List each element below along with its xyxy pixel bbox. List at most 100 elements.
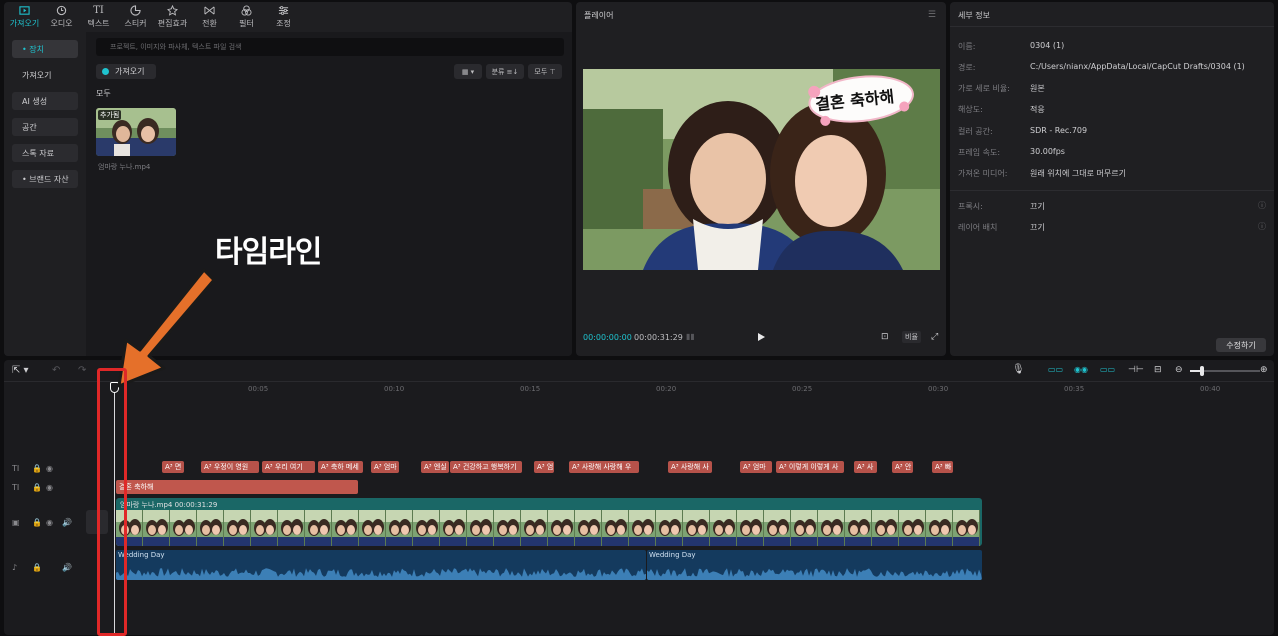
fullscreen-icon[interactable]: ⤢ <box>931 332 938 342</box>
sidebar-item-space[interactable]: 공간 <box>12 118 78 136</box>
microphone-icon[interactable]: 🎙 <box>1012 364 1025 375</box>
sidebar-item-brand[interactable]: • 브랜드 자산 <box>12 170 78 188</box>
text-clip[interactable]: A³ 빠 <box>932 461 953 473</box>
detail-row-resolution: 해상도: 적응 <box>958 105 1045 114</box>
eye-icon[interactable]: ◉ <box>46 464 53 473</box>
text-clip[interactable]: A³ 면 <box>162 461 184 473</box>
snap-icon[interactable]: ◉◉ <box>1074 365 1088 374</box>
sidebar-item-import[interactable]: 가져오기 <box>12 66 78 84</box>
sidebar-item-ai[interactable]: AI 생성 <box>12 92 78 110</box>
tab-effects[interactable]: 편집효과 <box>154 2 191 32</box>
view-toggle-button[interactable]: ▦ ▾ <box>454 64 482 79</box>
sticker-clip[interactable]: 결혼 축하해 <box>116 480 358 494</box>
audio-clip[interactable]: Wedding Day <box>647 550 982 580</box>
text-clip[interactable]: A³ 엔실 <box>421 461 449 473</box>
tab-import[interactable]: 가져오기 <box>6 2 43 32</box>
audio-clip-label: Wedding Day <box>649 551 696 559</box>
link-icon[interactable]: ▭▭ <box>1048 365 1063 374</box>
tab-text[interactable]: TI 텍스트 <box>80 2 117 32</box>
lock-icon[interactable]: 🔒 <box>32 483 42 492</box>
text-clip[interactable]: A³ 축하 메세 <box>318 461 363 473</box>
track-header-video: ▣ 🔒 ◉ 🔊 <box>4 514 84 532</box>
detail-row-proxy: 프록시: 끄기 <box>958 202 1045 211</box>
time-ruler[interactable]: 00:05 00:10 00:15 00:20 00:25 00:30 00:3… <box>84 382 1274 396</box>
text-clip[interactable]: A³ 사랑해 사 <box>668 461 712 473</box>
eye-icon[interactable]: ◉ <box>46 483 53 492</box>
text-clip[interactable]: A³ 이렇게 이렇게 사 <box>776 461 844 473</box>
menu-icon[interactable]: ☰ <box>928 10 936 20</box>
tab-adjust[interactable]: 조정 <box>265 2 302 32</box>
video-clip[interactable]: 엄마랑 누나.mp4 00:00:31:29 <box>116 498 982 546</box>
video-frame-thumb <box>926 510 953 546</box>
caption-icon[interactable]: ⊟ <box>1154 365 1162 375</box>
video-frame-thumb <box>170 510 197 546</box>
select-tool-icon[interactable]: ⇱ ▾ <box>12 365 29 376</box>
zoom-in-icon[interactable]: ⊕ <box>1260 365 1268 375</box>
video-frame-thumb <box>278 510 305 546</box>
preview-axis-icon[interactable]: ▭▭ <box>1100 365 1115 374</box>
grid-icon: ▦ ▾ <box>461 67 475 76</box>
tab-transition[interactable]: 전환 <box>191 2 228 32</box>
edit-button[interactable]: 수정하기 <box>1216 338 1266 352</box>
text-clip[interactable]: A³ 사랑해 사랑해 우 <box>569 461 639 473</box>
ruler-tick: 00:25 <box>792 385 813 393</box>
video-frame-thumb <box>305 510 332 546</box>
sticker-icon <box>130 5 142 16</box>
ruler-tick: 00:35 <box>1064 385 1085 393</box>
zoom-slider[interactable] <box>1190 366 1260 376</box>
timeline-panel: ⇱ ▾ ↶ ↷ 🎙 ▭▭ ◉◉ ▭▭ ⊣⊢ ⊟ ⊖ ⊕ 00:05 00:10 … <box>4 360 1274 635</box>
redo-icon[interactable]: ↷ <box>78 365 86 376</box>
video-frame-thumb <box>953 510 980 546</box>
lock-icon[interactable]: 🔒 <box>32 464 42 473</box>
zoom-slider-handle[interactable] <box>1200 366 1204 376</box>
text-clip[interactable]: A³ 안 <box>892 461 913 473</box>
search-input[interactable]: 프로젝트, 이미지와 파사체, 텍스트 파일 검색 <box>96 38 564 56</box>
text-clip[interactable]: A³ 건강하고 행복하기 <box>450 461 522 473</box>
text-clip[interactable]: A³ 우리 여기 <box>262 461 315 473</box>
split-icon[interactable]: ⊣⊢ <box>1128 365 1144 375</box>
text-clip[interactable]: A³ 엄마 <box>740 461 772 473</box>
import-button[interactable]: 가져오기 <box>96 64 156 79</box>
media-thumbnail[interactable]: 추가됨 <box>96 108 176 156</box>
text-clip[interactable]: A³ 사 <box>854 461 877 473</box>
audio-clip[interactable]: Wedding Day <box>116 550 646 580</box>
text-clip[interactable]: A³ 엄마 <box>371 461 399 473</box>
sidebar-item-device[interactable]: • 장치 <box>12 40 78 58</box>
text-clip[interactable]: A³ 우정이 영원 <box>201 461 259 473</box>
lock-icon[interactable]: 🔒 <box>32 563 42 572</box>
total-time: 00:00:31:29 <box>634 333 683 342</box>
video-filmstrip <box>116 510 982 546</box>
track-header-sticker: TI 🔒 ◉ <box>4 479 84 497</box>
tab-audio[interactable]: 오디오 <box>43 2 80 32</box>
tab-filter[interactable]: 필터 <box>228 2 265 32</box>
info-icon[interactable]: ⓘ <box>1258 200 1266 211</box>
play-icon[interactable] <box>756 332 766 342</box>
timecode-toggle-icon[interactable]: ▮▮ <box>686 332 695 341</box>
thumbnail-name: 엄마랑 누나.mp4 <box>98 163 151 171</box>
video-frame-thumb <box>332 510 359 546</box>
top-tabs: 가져오기 오디오 TI 텍스트 스티커 편집효과 전환 필터 조정 <box>4 2 572 32</box>
undo-icon[interactable]: ↶ <box>52 365 60 376</box>
video-frame-thumb <box>467 510 494 546</box>
eye-icon[interactable]: ◉ <box>46 518 53 527</box>
effects-icon <box>167 5 179 16</box>
mute-icon[interactable]: 🔊 <box>62 563 72 572</box>
sidebar-item-stock[interactable]: 스톡 자료 <box>12 144 78 162</box>
mute-icon[interactable]: 🔊 <box>62 518 72 527</box>
detail-row-name: 이름: 0304 (1) <box>958 41 1065 51</box>
tab-sticker[interactable]: 스티커 <box>117 2 154 32</box>
lock-icon[interactable]: 🔒 <box>32 518 42 527</box>
zoom-out-icon[interactable]: ⊖ <box>1175 365 1183 375</box>
video-frame-thumb <box>656 510 683 546</box>
text-clip[interactable]: A³ 엄 <box>534 461 554 473</box>
video-frame-thumb <box>764 510 791 546</box>
video-frame-thumb <box>548 510 575 546</box>
fit-icon[interactable]: ⊡ <box>881 332 889 342</box>
ratio-button[interactable]: 비율 <box>902 331 921 343</box>
audio-waveform <box>647 568 982 580</box>
sort-button[interactable]: 분류 ≡↓ <box>486 64 524 79</box>
video-preview[interactable]: 결혼 축하해 <box>583 69 940 270</box>
filter-button[interactable]: 모두 ⊤ <box>528 64 562 79</box>
info-icon[interactable]: ⓘ <box>1258 221 1266 232</box>
video-frame-thumb <box>440 510 467 546</box>
